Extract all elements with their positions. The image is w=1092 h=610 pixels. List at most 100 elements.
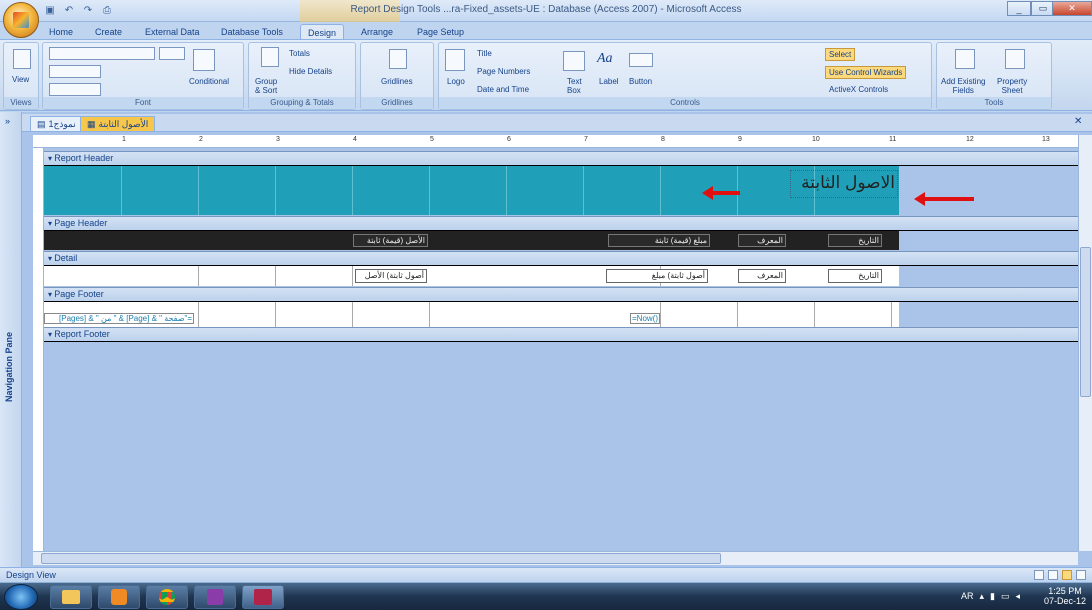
page-footer-bar[interactable]: Page Footer	[44, 287, 1078, 302]
vertical-scrollbar[interactable]	[1078, 135, 1092, 551]
tab-page-setup[interactable]: Page Setup	[410, 24, 471, 40]
button-icon[interactable]	[629, 53, 653, 67]
activex-controls-button[interactable]: ActiveX Controls	[829, 85, 888, 94]
page-header-label[interactable]: مبلغ (قيمة) ثابتة	[608, 234, 710, 247]
text-box-button[interactable]: Text Box	[567, 77, 582, 95]
view-button-label[interactable]: View	[12, 75, 29, 84]
report-footer-bar[interactable]: Report Footer	[44, 327, 1078, 342]
report-view-icon[interactable]	[1048, 570, 1058, 580]
clock[interactable]: 1:25 PM 07-Dec-12	[1044, 586, 1086, 606]
access-icon[interactable]	[242, 585, 284, 609]
report-title-label[interactable]: الاصول الثابتة	[790, 170, 898, 198]
vertical-scroll-thumb[interactable]	[1080, 247, 1091, 397]
office-logo-icon	[13, 12, 29, 28]
date-time-button[interactable]: Date and Time	[477, 85, 529, 94]
add-existing-fields-button[interactable]: Add Existing Fields	[941, 77, 985, 95]
tab-arrange[interactable]: Arrange	[354, 24, 400, 40]
doc-tab-fixed-assets[interactable]: ▦ الأصول الثابتة	[80, 116, 156, 131]
language-indicator[interactable]: AR	[961, 591, 974, 602]
bold-italic-underline-buttons[interactable]	[49, 65, 101, 78]
tab-design[interactable]: Design	[300, 24, 345, 40]
close-doc-icon[interactable]: ✕	[1074, 116, 1082, 127]
conditional-icon[interactable]	[193, 49, 215, 71]
ruler-number: 4	[353, 136, 357, 143]
gridlines-button[interactable]: Gridlines	[381, 77, 413, 86]
show-hidden-icons-icon[interactable]: ▴	[979, 591, 984, 602]
page-header-label[interactable]: المعرف	[738, 234, 786, 247]
page-header-bar[interactable]: Page Header	[44, 216, 1078, 231]
doc-tab-form1[interactable]: ▤ نموذج1	[30, 116, 83, 131]
tab-create[interactable]: Create	[88, 24, 129, 40]
controls-gallery[interactable]	[661, 49, 771, 99]
button-button[interactable]: Button	[629, 77, 652, 86]
add-existing-fields-icon[interactable]	[955, 49, 975, 69]
now-date-field[interactable]: =Now()	[630, 313, 660, 324]
hide-details-button[interactable]: Hide Details	[289, 67, 332, 76]
text-box-icon[interactable]	[563, 51, 585, 71]
design-view-icon[interactable]	[1062, 570, 1072, 580]
property-sheet-icon[interactable]	[1005, 49, 1025, 69]
page-numbers-button[interactable]: Page Numbers	[477, 67, 530, 76]
doc-tab-form1-label: نموذج1	[48, 118, 76, 129]
system-tray: AR ▴ ▮ ▭ ◂	[961, 591, 1020, 602]
print-preview-icon[interactable]: ⎙	[99, 3, 115, 18]
page-footer-band[interactable]: ="صفحة " & [Page] & " من " & [Pages] =No…	[44, 302, 899, 328]
start-button[interactable]	[4, 584, 38, 610]
property-sheet-button[interactable]: Property Sheet	[997, 77, 1027, 95]
detail-band[interactable]: أصول ثابتة) الأصل أصول ثابتة) مبلغ المعر…	[44, 266, 899, 286]
onenote-icon[interactable]	[194, 585, 236, 609]
horizontal-scroll-thumb[interactable]	[41, 553, 721, 564]
label-icon[interactable]: Aa	[597, 51, 613, 67]
minimize-button[interactable]: _	[1007, 1, 1031, 16]
detail-field[interactable]: التاريخ	[828, 269, 882, 283]
page-header-label[interactable]: التاريخ	[828, 234, 882, 247]
media-player-icon[interactable]	[98, 585, 140, 609]
gridlines-icon[interactable]	[389, 49, 407, 69]
view-icon[interactable]	[13, 49, 31, 69]
save-icon[interactable]: ▣	[42, 3, 58, 18]
title-button[interactable]: Title	[477, 49, 492, 58]
close-button[interactable]: ✕	[1052, 1, 1092, 16]
logo-icon[interactable]	[445, 49, 465, 71]
font-name-dropdown[interactable]	[49, 47, 155, 60]
tab-home[interactable]: Home	[42, 24, 80, 40]
tab-database-tools[interactable]: Database Tools	[214, 24, 290, 40]
align-buttons[interactable]	[49, 83, 101, 96]
print-preview-view-icon[interactable]	[1076, 570, 1086, 580]
navigation-pane[interactable]: » Navigation Pane	[0, 112, 22, 567]
redo-icon[interactable]: ↷	[80, 3, 96, 18]
page-header-label[interactable]: الأصل (قيمة) ثابتة	[353, 234, 428, 247]
detail-field[interactable]: أصول ثابتة) الأصل	[355, 269, 427, 283]
layout-view-icon[interactable]	[1034, 570, 1044, 580]
vertical-ruler[interactable]	[33, 148, 44, 551]
detail-field[interactable]: أصول ثابتة) مبلغ	[606, 269, 708, 283]
report-header-bar[interactable]: Report Header	[44, 151, 1078, 166]
report-design-canvas[interactable]: Report Header الاصول الثابتة Page Header…	[44, 148, 1078, 551]
chrome-icon[interactable]	[146, 585, 188, 609]
use-control-wizards-button[interactable]: Use Control Wizards	[825, 66, 907, 79]
font-size-dropdown[interactable]	[159, 47, 185, 60]
undo-icon[interactable]: ↶	[61, 3, 77, 18]
report-header-band[interactable]: الاصول الثابتة	[44, 166, 974, 215]
tab-external-data[interactable]: External Data	[138, 24, 207, 40]
display-icon[interactable]: ▭	[1001, 591, 1010, 602]
horizontal-ruler[interactable]: 1 2 3 4 5 6 7 8 9 10 11 12 13	[33, 135, 1078, 148]
page-header-band[interactable]: الأصل (قيمة) ثابتة مبلغ (قيمة) ثابتة الم…	[44, 231, 899, 250]
ruler-number: 8	[661, 136, 665, 143]
group-sort-icon[interactable]	[261, 47, 279, 67]
volume-icon[interactable]: ◂	[1015, 591, 1020, 602]
page-number-field[interactable]: ="صفحة " & [Page] & " من " & [Pages]	[44, 313, 194, 324]
logo-button[interactable]: Logo	[447, 77, 465, 86]
detail-bar[interactable]: Detail	[44, 251, 1078, 266]
group-sort-label[interactable]: Group & Sort	[255, 77, 277, 95]
nav-expand-icon[interactable]: »	[5, 116, 10, 126]
select-button[interactable]: Select	[825, 48, 856, 61]
conditional-label[interactable]: Conditional	[189, 77, 229, 86]
label-button[interactable]: Label	[599, 77, 619, 86]
detail-field[interactable]: المعرف	[738, 269, 786, 283]
horizontal-scrollbar[interactable]	[33, 551, 1078, 565]
explorer-icon[interactable]	[50, 585, 92, 609]
totals-button[interactable]: Totals	[289, 49, 310, 58]
office-button[interactable]	[3, 2, 39, 38]
network-icon[interactable]: ▮	[990, 591, 995, 602]
